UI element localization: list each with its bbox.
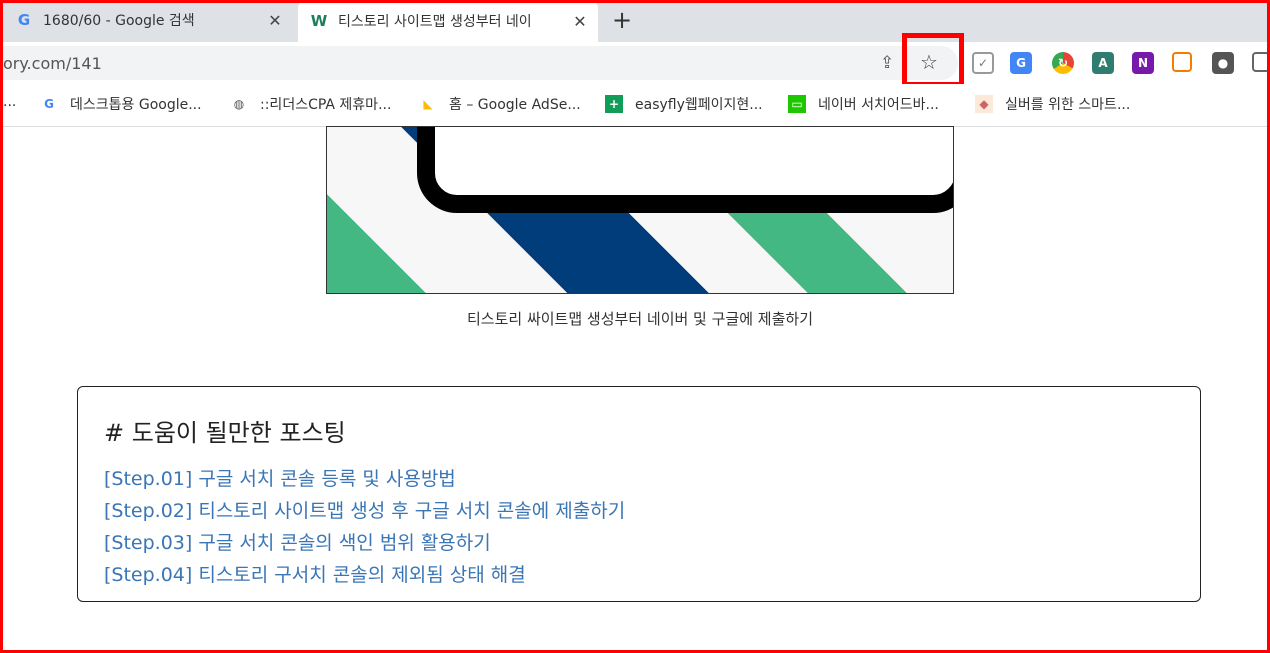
close-icon[interactable]: ✕ <box>568 12 592 31</box>
url-text: ory.com/141 <box>3 54 102 73</box>
new-tab-button[interactable]: + <box>612 6 632 34</box>
globe-icon: ◍ <box>233 97 245 111</box>
monitor-green-icon: ▭ <box>788 95 806 113</box>
bookmark-adsense[interactable]: ◣ 홈 – Google AdSe... <box>419 94 581 114</box>
related-posts-box: # 도움이 될만한 포스팅 [Step.01] 구글 서치 콘솔 등록 및 사용… <box>77 386 1201 602</box>
tab-title: 티스토리 사이트맵 생성부터 네이 <box>338 14 532 30</box>
related-post-link[interactable]: [Step.02] 티스토리 사이트맵 생성 후 구글 서치 콘솔에 제출하기 <box>104 495 625 527</box>
bookmark-silver-smart[interactable]: ◆ 실버를 위한 스마트... <box>975 94 1130 114</box>
hero-lettering <box>417 127 953 213</box>
bookmark-label: 데스크톱용 Google... <box>70 97 202 113</box>
highlight-box <box>902 33 964 87</box>
close-icon[interactable]: ✕ <box>263 11 287 30</box>
google-translate-icon[interactable]: G <box>1010 52 1032 74</box>
google-g-icon: G <box>17 11 31 29</box>
bookmark-easyfly[interactable]: + easyfly웹페이지현... <box>605 94 763 114</box>
profile-icon[interactable]: ● <box>1212 52 1234 74</box>
bookmark-label: ::리더스CPA 제휴마... <box>260 97 392 113</box>
bookmark-google-desktop[interactable]: G 데스크톱용 Google... <box>40 94 202 114</box>
bookmark-naver-search-advisor[interactable]: ▭ 네이버 서치어드바... <box>788 94 939 114</box>
share-icon[interactable]: ⇪ <box>880 53 894 73</box>
google-g-icon: G <box>44 97 54 111</box>
tab-title: 1680/60 - Google 검색 <box>43 13 195 29</box>
chrome-refresh-icon[interactable]: ↻ <box>1052 52 1074 74</box>
bookmark-label: easyfly웹페이지현... <box>635 97 763 113</box>
article-hero-image <box>326 126 954 294</box>
keyboard-icon[interactable]: A <box>1092 52 1114 74</box>
related-post-link[interactable]: [Step.01] 구글 서치 콘솔 등록 및 사용방법 <box>104 463 625 495</box>
related-post-link[interactable]: [Step.03] 구글 서치 콘솔의 색인 범위 활용하기 <box>104 527 625 559</box>
address-bar[interactable]: ory.com/141 ⇪ ☆ <box>0 46 958 80</box>
tab-strip: G 1680/60 - Google 검색 ✕ W 티스토리 사이트맵 생성부터… <box>0 0 1270 42</box>
related-post-link[interactable]: [Step.04] 티스토리 구서치 콘솔의 제외됨 상태 해결 <box>104 559 625 591</box>
bookmark-label: ... <box>3 94 17 110</box>
bookmark-label: 홈 – Google AdSe... <box>449 97 581 113</box>
bookmark-truncated[interactable]: ... <box>3 94 16 110</box>
layout-icon[interactable] <box>1172 52 1192 72</box>
bookmarks-bar: ... G 데스크톱용 Google... ◍ ::리더스CPA 제휴마... … <box>0 84 1270 127</box>
tab-google-search[interactable]: G 1680/60 - Google 검색 ✕ <box>3 0 293 40</box>
related-posts-list: [Step.01] 구글 서치 콘솔 등록 및 사용방법 [Step.02] 티… <box>104 463 625 591</box>
pocket-icon[interactable]: ✓ <box>972 52 994 74</box>
w-logo-icon: W <box>310 12 328 30</box>
plus-green-icon: + <box>605 95 623 113</box>
related-posts-title: # 도움이 될만한 포스팅 <box>104 419 346 447</box>
bookmark-leaders-cpa[interactable]: ◍ ::리더스CPA 제휴마... <box>230 94 392 114</box>
onenote-icon[interactable]: N <box>1132 52 1154 74</box>
printer-icon[interactable] <box>1252 52 1270 72</box>
adsense-icon: ◣ <box>423 97 433 111</box>
bookmark-label: 실버를 위한 스마트... <box>1005 97 1131 113</box>
silver-icon: ◆ <box>975 95 993 113</box>
tab-tistory-active[interactable]: W 티스토리 사이트맵 생성부터 네이 ✕ <box>298 0 598 42</box>
bookmark-label: 네이버 서치어드바... <box>818 97 939 113</box>
image-caption: 티스토리 싸이트맵 생성부터 네이버 및 구글에 제출하기 <box>466 310 813 328</box>
browser-toolbar: ory.com/141 ⇪ ☆ <box>0 42 1270 84</box>
